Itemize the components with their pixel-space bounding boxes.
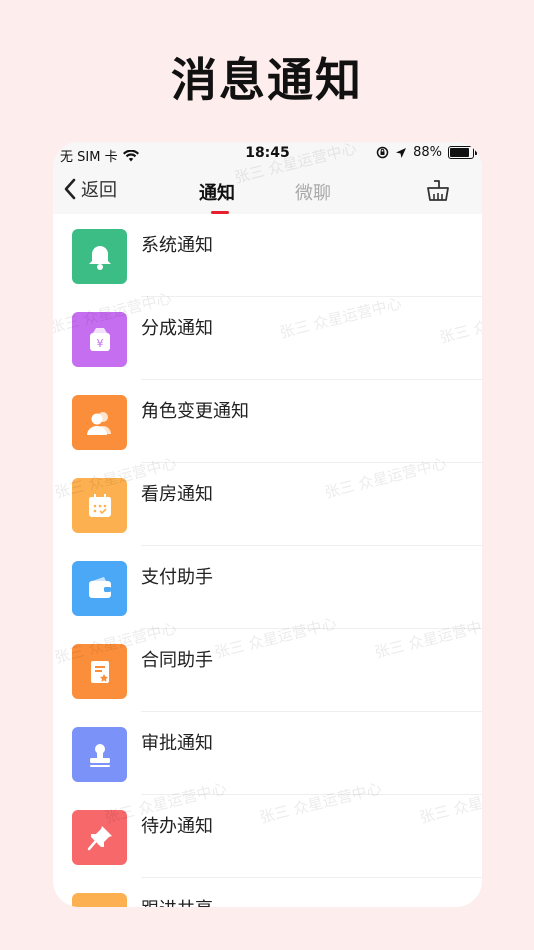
stamp-icon <box>89 743 110 767</box>
list-item-label: 审批通知 <box>141 733 213 754</box>
list-item-label: 角色变更通知 <box>141 401 249 422</box>
list-item-label: 跟进共享 <box>141 895 213 907</box>
contract-icon <box>90 660 109 683</box>
tab-chat[interactable]: 微聊 <box>295 179 331 205</box>
tab-notifications-label: 通知 <box>199 183 235 204</box>
bell-icon <box>88 245 111 270</box>
list-item-viewing[interactable]: 看房通知 <box>53 463 482 546</box>
back-label: 返回 <box>81 180 117 201</box>
list-item-label: 分成通知 <box>141 318 213 339</box>
list-item-follow-up-share[interactable]: 跟进共享 <box>53 878 482 907</box>
contract-icon-box <box>72 644 127 699</box>
back-button[interactable]: 返回 <box>63 176 117 202</box>
list-item-approval[interactable]: 审批通知 <box>53 712 482 795</box>
notification-list: 系统通知 ¥ 分成通知 角色变更通知 看房通知 支付助手 合同助手 审批通知 待… <box>53 214 482 907</box>
navigation-bar: 返回 通知 微聊 <box>53 166 482 214</box>
commission-icon-box: ¥ <box>72 312 127 367</box>
pin-icon <box>87 825 112 850</box>
list-item-label: 系统通知 <box>141 235 213 256</box>
battery-icon <box>448 146 477 159</box>
role-change-icon-box <box>72 395 127 450</box>
list-item-label: 支付助手 <box>141 567 213 588</box>
users-icon <box>86 411 111 435</box>
wallet-icon <box>88 576 111 598</box>
battery-percent: 88% <box>413 145 442 160</box>
clear-broom-icon[interactable] <box>425 179 451 203</box>
list-item-payment[interactable]: 支付助手 <box>53 546 482 629</box>
share-icon <box>85 906 115 908</box>
system-notice-icon-box <box>72 229 127 284</box>
list-item-commission[interactable]: ¥ 分成通知 <box>53 297 482 380</box>
page-headline: 消息通知 <box>171 53 363 107</box>
list-item-label: 待办通知 <box>141 816 213 837</box>
orientation-lock-icon <box>376 146 389 159</box>
list-item-role-change[interactable]: 角色变更通知 <box>53 380 482 463</box>
viewing-icon-box <box>72 478 127 533</box>
phone-screen: 无 SIM 卡 18:45 88% 返回 通知 微聊 系统通知 ¥ 分成通知 角… <box>53 142 482 907</box>
calendar-icon <box>88 493 111 517</box>
todo-icon-box <box>72 810 127 865</box>
tab-notifications[interactable]: 通知 <box>199 179 235 214</box>
money-bag-icon: ¥ <box>89 327 110 351</box>
list-item-label: 合同助手 <box>141 650 213 671</box>
location-icon <box>396 147 407 158</box>
chevron-left-icon <box>64 178 76 200</box>
list-item-label: 看房通知 <box>141 484 213 505</box>
list-item-contract[interactable]: 合同助手 <box>53 629 482 712</box>
tab-chat-label: 微聊 <box>295 183 331 204</box>
approval-icon-box <box>72 727 127 782</box>
status-bar: 无 SIM 卡 18:45 88% <box>53 142 482 166</box>
svg-text:¥: ¥ <box>96 337 103 350</box>
list-item-todo[interactable]: 待办通知 <box>53 795 482 878</box>
payment-icon-box <box>72 561 127 616</box>
list-item-system[interactable]: 系统通知 <box>53 214 482 297</box>
follow-up-share-icon-box <box>72 893 127 907</box>
